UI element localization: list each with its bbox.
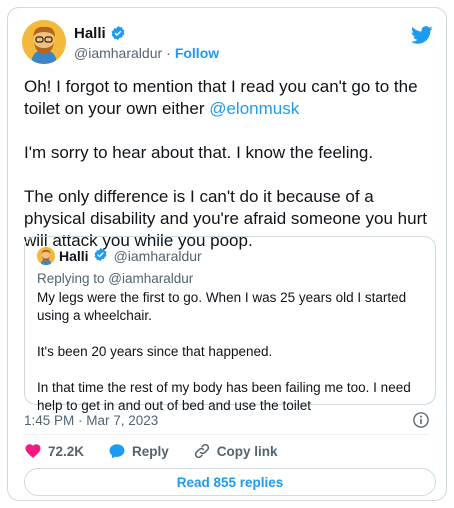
- author-handle[interactable]: @iamharaldur: [74, 45, 162, 61]
- replying-to: Replying to @iamharaldur: [37, 271, 194, 286]
- quoted-display-name: Halli: [59, 248, 89, 264]
- reply-label: Reply: [132, 443, 169, 459]
- follow-button[interactable]: Follow: [175, 45, 219, 61]
- info-icon[interactable]: [412, 411, 430, 429]
- like-count: 72.2K: [48, 443, 85, 459]
- tweet-timestamp[interactable]: 1:45 PM · Mar 7, 2023: [24, 413, 158, 428]
- quoted-tweet[interactable]: Halli @iamharaldur Replying to @iamharal…: [24, 236, 436, 413]
- mention-link[interactable]: @elonmusk: [209, 99, 299, 118]
- action-bar: 72.2K Reply Copy link: [24, 440, 278, 462]
- author-names: Halli @iamharaldur · Follow: [74, 24, 219, 62]
- copy-link-label: Copy link: [216, 443, 278, 459]
- divider: [24, 434, 430, 435]
- heart-icon: [25, 444, 41, 458]
- quoted-avatar: [37, 247, 55, 265]
- verified-badge-icon: [110, 25, 126, 41]
- author-display-name[interactable]: Halli: [74, 25, 106, 42]
- reply-bubble-icon: [109, 444, 125, 459]
- separator-dot: ·: [166, 45, 171, 61]
- twitter-bird-icon[interactable]: [410, 24, 434, 46]
- reply-button[interactable]: Reply: [108, 442, 169, 460]
- quoted-text: My legs were the first to go. When I was…: [37, 290, 411, 413]
- read-replies-button[interactable]: Read 855 replies: [24, 468, 436, 496]
- copy-link-button[interactable]: Copy link: [193, 442, 278, 460]
- link-icon: [194, 443, 209, 459]
- like-button[interactable]: 72.2K: [24, 442, 84, 460]
- quoted-handle: @iamharaldur: [113, 248, 202, 264]
- quoted-header: Halli @iamharaldur: [37, 247, 202, 265]
- author-avatar[interactable]: [22, 20, 66, 64]
- tweet-text: Oh! I forgot to mention that I read you …: [24, 76, 436, 252]
- tweet-header: Halli @iamharaldur · Follow: [22, 20, 434, 64]
- tweet-text-rest: I'm sorry to hear about that. I know the…: [24, 143, 427, 250]
- tweet-card: Halli @iamharaldur · Follow Oh! I forgot…: [7, 7, 447, 501]
- quoted-verified-badge-icon: [93, 247, 108, 265]
